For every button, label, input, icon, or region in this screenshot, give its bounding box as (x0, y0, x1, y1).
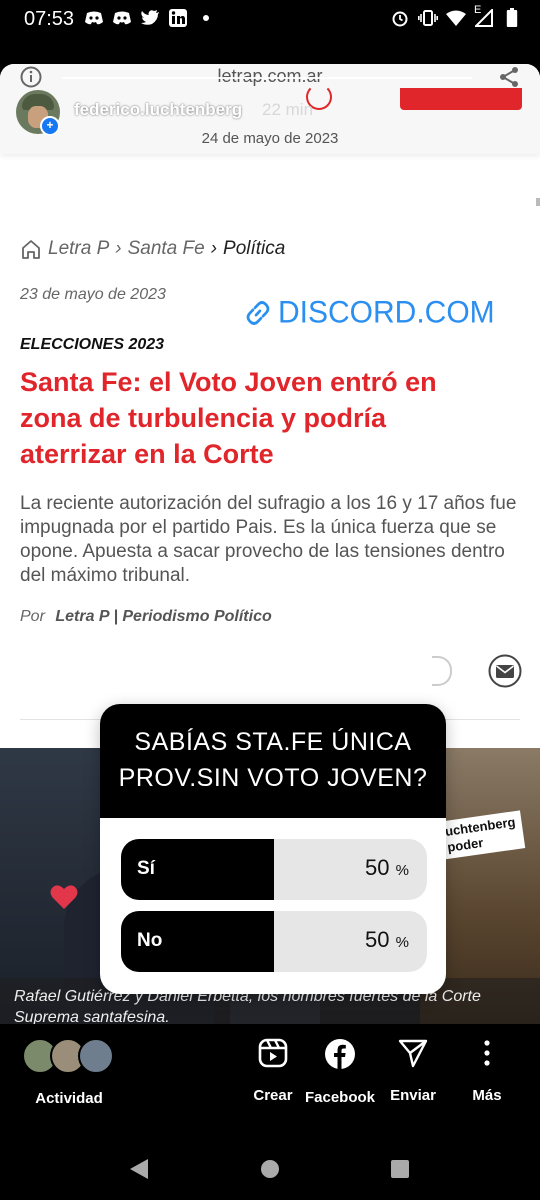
mail-icon[interactable] (488, 654, 522, 693)
alarm-icon (390, 8, 410, 28)
article-byline: Por Letra P | Periodismo Político (20, 608, 272, 626)
create-label: Crear (253, 1087, 293, 1104)
signal-icon: E (474, 4, 494, 28)
activity-avatars[interactable] (22, 1038, 122, 1074)
poll-option-label: Sí (137, 858, 155, 879)
byline-author: Letra P | Periodismo Político (55, 608, 272, 625)
reels-create-icon (258, 1038, 288, 1068)
heart-icon (50, 884, 78, 915)
more-notifications-dot-icon (196, 8, 216, 28)
share-circle-icon (432, 656, 452, 686)
poll-option-percent: 50 % (365, 927, 409, 952)
home-icon[interactable] (20, 238, 42, 260)
story-time-ago: 22 min (262, 100, 314, 119)
breadcrumb-separator: › (210, 238, 218, 259)
send-icon (398, 1039, 428, 1068)
story-username[interactable]: federico.luchtenberg (74, 100, 242, 120)
article-kicker: ELECCIONES 2023 (20, 336, 165, 353)
system-navigation-bar (0, 1120, 540, 1200)
back-icon[interactable] (128, 1158, 150, 1185)
browser-header: letrap.com.ar + federico.luchtenberg 22 … (0, 64, 540, 154)
recents-icon[interactable] (390, 1159, 410, 1184)
vibrate-icon (418, 8, 438, 28)
discord-icon (112, 8, 132, 28)
link-sticker-text: DISCORD.COM (278, 295, 495, 330)
poll-option-percent: 50 % (365, 855, 409, 880)
status-time: 07:53 (24, 8, 75, 30)
status-bar: 07:53 E (0, 0, 540, 40)
network-type-label: E (474, 4, 482, 16)
more-vertical-icon (484, 1040, 490, 1066)
poll-question: SABÍAS STA.FE ÚNICA PROV.SIN VOTO JOVEN? (118, 728, 428, 792)
discord-icon (84, 8, 104, 28)
facebook-label: Facebook (304, 1089, 376, 1106)
battery-icon (502, 8, 522, 28)
poll-option-no[interactable]: No 50 % (121, 911, 427, 972)
system-icons: E (390, 4, 522, 28)
story-progress-bar (62, 77, 472, 79)
linkedin-icon (168, 8, 188, 28)
site-header-button (400, 88, 522, 110)
poll-option-label: No (137, 930, 163, 951)
activity-button[interactable]: Actividad (24, 1080, 114, 1107)
link-icon (246, 301, 270, 325)
breadcrumb-item-letra-p[interactable]: Letra P (48, 238, 109, 260)
article-date: 23 de mayo de 2023 (20, 286, 166, 303)
story-card[interactable]: letrap.com.ar + federico.luchtenberg 22 … (0, 64, 540, 1024)
poll-header: SABÍAS STA.FE ÚNICA PROV.SIN VOTO JOVEN? (100, 704, 446, 818)
breadcrumb-item-santa-fe[interactable]: Santa Fe (128, 238, 205, 260)
facebook-icon (325, 1039, 355, 1069)
scrollbar[interactable] (536, 198, 540, 206)
send-button[interactable]: Enviar (380, 1038, 446, 1104)
send-label: Enviar (390, 1087, 436, 1104)
link-sticker[interactable]: DISCORD.COM (244, 295, 495, 331)
story-action-bar: Actividad Crear Facebook Enviar Más (0, 1024, 540, 1120)
breadcrumb: Letra P › Santa Fe › Política (20, 238, 285, 260)
home-button-icon[interactable] (260, 1159, 280, 1184)
facebook-button[interactable]: Facebook (300, 1038, 380, 1106)
poll-option-si[interactable]: Sí 50 % (121, 839, 427, 900)
more-label: Más (472, 1087, 502, 1104)
more-button[interactable]: Más (456, 1038, 518, 1104)
story-date: 24 de mayo de 2023 (201, 130, 339, 147)
wifi-icon (446, 8, 466, 28)
poll-sticker: SABÍAS STA.FE ÚNICA PROV.SIN VOTO JOVEN?… (100, 704, 446, 994)
activity-label: Actividad (35, 1090, 103, 1107)
byline-prefix: Por (20, 608, 45, 625)
article-headline: Santa Fe: el Voto Joven entró en zona de… (20, 367, 437, 469)
twitter-icon (140, 8, 160, 28)
article-summary: La reciente autorización del sufragio a … (20, 493, 517, 586)
notification-icons (84, 8, 216, 28)
create-button[interactable]: Crear (238, 1038, 308, 1104)
breadcrumb-item-politica[interactable]: Política (223, 238, 285, 260)
breadcrumb-separator: › (115, 238, 122, 259)
